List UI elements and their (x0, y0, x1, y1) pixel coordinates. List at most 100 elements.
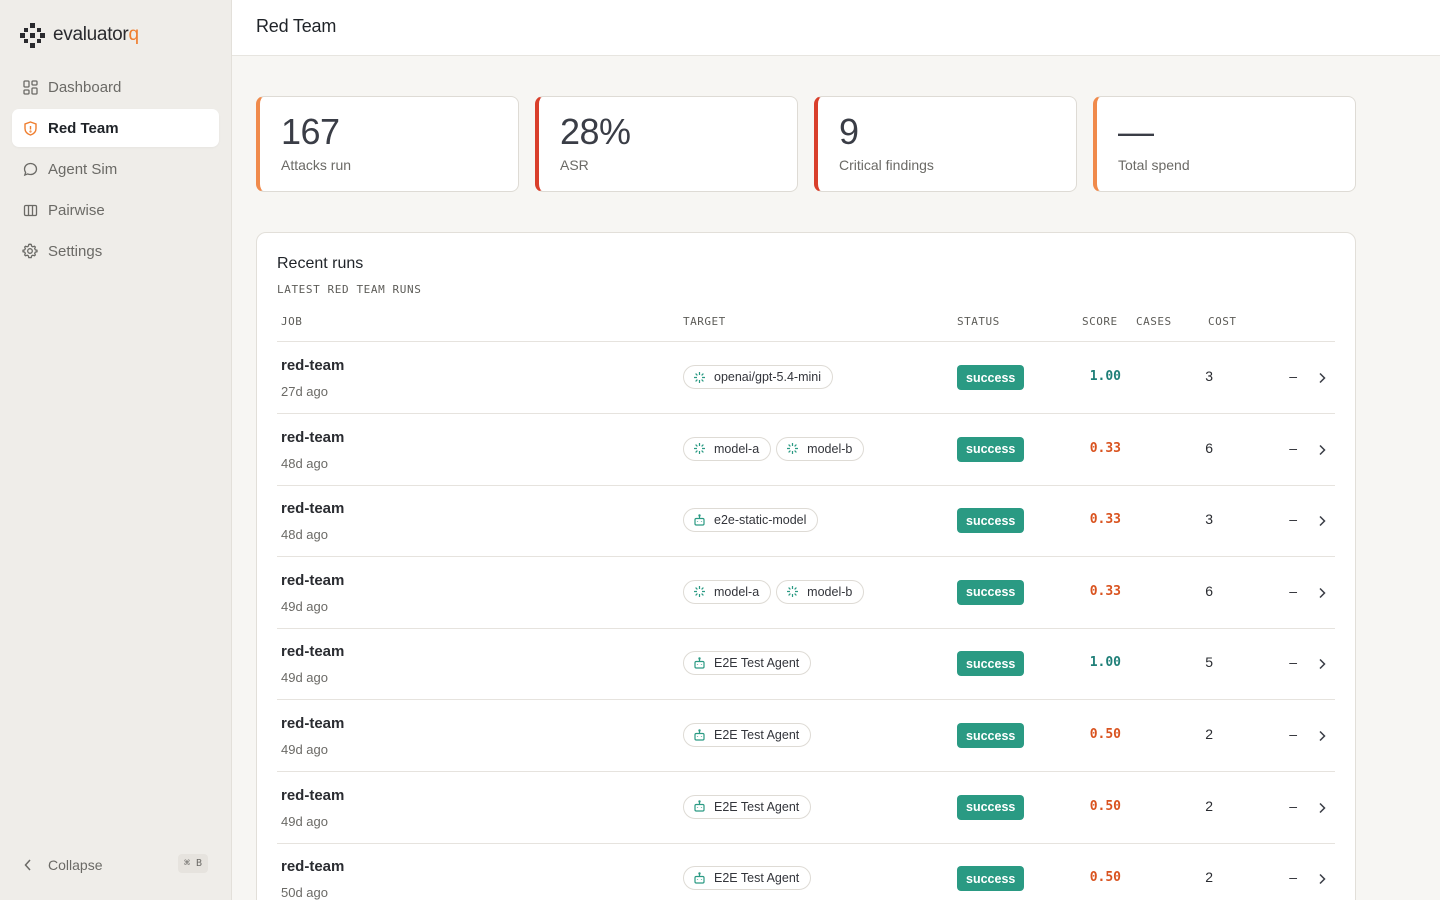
job-name[interactable]: red-team (281, 715, 344, 732)
table-row[interactable]: red-team 49d ago E2E Test Agent success 0.50… (277, 700, 1335, 772)
cost-value: – (1289, 654, 1297, 671)
score-value: 1.00 (1089, 369, 1121, 384)
table-row[interactable]: red-team 50d ago E2E Test Agent success 0.50… (277, 843, 1335, 900)
cases-count: 2 (1205, 797, 1213, 814)
target-chip: E2E Test Agent (683, 794, 812, 819)
score-value: 1.00 (1089, 655, 1121, 671)
targets-cell: openai/gpt-5.4-mini (683, 365, 834, 389)
sparkle-icon (693, 585, 706, 598)
column-header-cases: CASES (1136, 315, 1172, 328)
target-chip: model-b (776, 436, 865, 461)
sidebar-item-label: Red Team (48, 119, 119, 137)
status-badge: success (957, 508, 1025, 534)
target-name: E2E Test Agent (714, 728, 800, 742)
job-name[interactable]: red-team (281, 787, 344, 804)
robot-icon (693, 513, 706, 527)
table-row[interactable]: red-team 48d ago model-a model-b success 0.33… (277, 414, 1335, 486)
sidebar-item-dashboard[interactable]: Dashboard (12, 68, 219, 106)
status-badge: success (957, 651, 1025, 677)
stat-card-critical-findings: 9 Critical findings (814, 96, 1077, 192)
cost-value: – (1289, 439, 1297, 456)
sidebar-item-settings[interactable]: Settings (12, 232, 219, 270)
job-name[interactable]: red-team (281, 429, 344, 446)
target-chip: model-a (683, 579, 772, 604)
score-value: 0.50 (1089, 727, 1121, 742)
table-row[interactable]: red-team 49d ago model-a model-b success 0.33… (277, 557, 1335, 629)
panel-subtitle: LATEST RED TEAM RUNS (277, 283, 422, 296)
robot-icon (693, 728, 706, 742)
status-badge: success (957, 723, 1025, 748)
targets-cell: E2E Test Agent (683, 866, 812, 891)
sidebar-item-label: Dashboard (48, 78, 122, 96)
targets-cell: E2E Test Agent (683, 723, 812, 747)
run-age: 50d ago (281, 885, 328, 900)
targets-cell: e2e-static-model (683, 508, 819, 533)
collapse-button[interactable]: Collapse ⌘ B (20, 853, 210, 877)
stat-value: 28% (560, 111, 631, 152)
sidebar-item-red-team[interactable]: Red Team (12, 109, 219, 147)
target-chip: E2E Test Agent (683, 723, 812, 747)
job-name[interactable]: red-team (281, 572, 344, 589)
table-row[interactable]: red-team 48d ago e2e-static-model success 0.… (277, 485, 1335, 558)
target-name: model-b (807, 441, 853, 456)
dashboard-icon (22, 79, 38, 95)
column-header-job: JOB (281, 315, 303, 328)
run-age: 49d ago (281, 813, 328, 829)
sidebar-item-pairwise[interactable]: Pairwise (12, 191, 219, 229)
sidebar-item-agent-sim[interactable]: Agent Sim (12, 150, 219, 188)
job-name[interactable]: red-team (281, 643, 344, 660)
stat-card-total-spend: — Total spend (1093, 96, 1356, 192)
target-name: e2e-static-model (714, 513, 807, 528)
run-age: 49d ago (281, 742, 328, 757)
keyboard-shortcut: ⌘ B (177, 854, 208, 873)
stat-label: Total spend (1118, 157, 1190, 173)
chevron-right-icon[interactable] (1315, 729, 1329, 743)
score-value: 0.50 (1089, 798, 1121, 814)
sidebar-item-label: Agent Sim (48, 160, 118, 178)
chevron-right-icon[interactable] (1315, 872, 1329, 886)
column-header-status: STATUS (957, 315, 1000, 328)
collapse-label: Collapse (48, 857, 103, 873)
table-row[interactable]: red-team 49d ago E2E Test Agent success 0.50… (277, 772, 1335, 844)
job-name[interactable]: red-team (281, 500, 344, 517)
target-chip: model-a (683, 436, 772, 461)
target-chip: model-b (776, 579, 865, 604)
chevron-right-icon[interactable] (1315, 514, 1329, 528)
chevron-right-icon[interactable] (1315, 371, 1329, 385)
chat-bubble-icon (22, 161, 38, 177)
sidebar-item-label: Settings (48, 242, 103, 260)
stat-value: 167 (281, 111, 340, 152)
cases-count: 6 (1205, 582, 1213, 599)
chevron-right-icon[interactable] (1315, 657, 1329, 671)
table-row[interactable]: red-team 49d ago E2E Test Agent success 1.00… (277, 628, 1335, 701)
chevron-right-icon[interactable] (1315, 801, 1329, 815)
cases-count: 5 (1205, 654, 1213, 671)
run-age: 49d ago (281, 670, 328, 686)
panel-title: Recent runs (277, 255, 364, 272)
table-row[interactable]: red-team 27d ago openai/gpt-5.4-mini succes… (277, 342, 1335, 414)
robot-icon (693, 871, 706, 885)
recent-runs-panel: Recent runs LATEST RED TEAM RUNS JOB TAR… (256, 232, 1356, 900)
cost-value: – (1289, 797, 1297, 814)
column-header-score: SCORE (1082, 315, 1118, 328)
cost-value: – (1289, 869, 1297, 886)
chevron-right-icon[interactable] (1315, 586, 1329, 600)
chevron-right-icon[interactable] (1315, 443, 1329, 457)
gear-icon (22, 243, 38, 259)
cost-value: – (1289, 511, 1297, 528)
brand-name: evaluatorq (53, 24, 139, 45)
cost-value: – (1289, 726, 1297, 742)
target-name: E2E Test Agent (714, 799, 800, 814)
sparkle-icon (786, 585, 799, 598)
logo-icon (20, 22, 45, 48)
stat-value: — (1118, 111, 1154, 152)
job-name[interactable]: red-team (281, 858, 344, 875)
robot-icon (693, 657, 706, 670)
shield-icon (22, 120, 38, 136)
stat-card-attacks-run: 167 Attacks run (256, 96, 519, 192)
brand-logo[interactable]: evaluatorq (20, 22, 139, 48)
status-badge: success (957, 794, 1025, 820)
targets-cell: E2E Test Agent (683, 651, 812, 676)
job-name[interactable]: red-team (281, 357, 344, 374)
stat-label: ASR (560, 157, 589, 173)
